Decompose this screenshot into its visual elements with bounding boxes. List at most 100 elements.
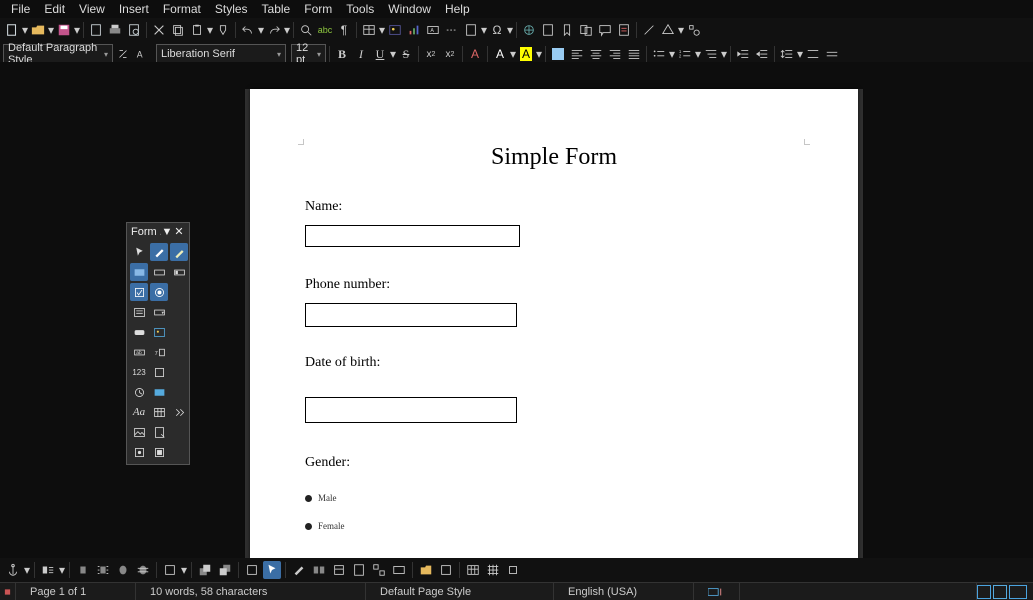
date-field-control[interactable]: 7: [150, 343, 168, 361]
outline-dropdown[interactable]: ▾: [721, 45, 727, 63]
status-insert-mode[interactable]: [694, 583, 740, 600]
decrease-indent-button[interactable]: [753, 45, 771, 63]
underline-dropdown[interactable]: ▾: [390, 45, 396, 63]
to-front-button[interactable]: [196, 561, 214, 579]
increase-para-spacing-button[interactable]: [804, 45, 822, 63]
insert-pagebreak-button[interactable]: [443, 21, 461, 39]
menu-window[interactable]: Window: [381, 2, 438, 16]
font-size-combo[interactable]: 12 pt ▾: [291, 44, 326, 64]
status-page[interactable]: Page 1 of 1: [16, 583, 136, 600]
wrap-button[interactable]: [39, 561, 57, 579]
menu-file[interactable]: File: [4, 2, 37, 16]
line-button[interactable]: [640, 21, 658, 39]
footnote-button[interactable]: [539, 21, 557, 39]
outline-button[interactable]: [702, 45, 720, 63]
bullet-list-button[interactable]: [650, 45, 668, 63]
insert-chart-button[interactable]: [405, 21, 423, 39]
bold-button[interactable]: B: [333, 45, 351, 63]
anchor-dropdown[interactable]: ▾: [24, 561, 30, 579]
copy-button[interactable]: [169, 21, 187, 39]
insert-textbox-button[interactable]: A: [424, 21, 442, 39]
number-list-dropdown[interactable]: ▾: [695, 45, 701, 63]
checkbox-control[interactable]: [130, 283, 148, 301]
align-objects-dropdown[interactable]: ▾: [181, 561, 187, 579]
insert-table-dropdown[interactable]: ▾: [379, 21, 385, 39]
radio-male[interactable]: Male: [305, 493, 803, 503]
pushbutton-control[interactable]: [130, 323, 148, 341]
select-tool[interactable]: [130, 243, 148, 261]
wrap-page-button[interactable]: [94, 561, 112, 579]
phone-textbox[interactable]: [305, 303, 517, 327]
pattern-field-control[interactable]: [150, 383, 168, 401]
paste-button[interactable]: [188, 21, 206, 39]
numeric-field-control[interactable]: 123: [130, 363, 148, 381]
comment-button[interactable]: [596, 21, 614, 39]
shape-dropdown[interactable]: ▾: [678, 21, 684, 39]
clear-format-button[interactable]: A: [466, 45, 484, 63]
menu-styles[interactable]: Styles: [208, 2, 255, 16]
currency-field-control[interactable]: [150, 363, 168, 381]
insert-symbol-button[interactable]: Ω: [488, 21, 506, 39]
imagebutton-control[interactable]: [150, 323, 168, 341]
font-color-button[interactable]: A: [491, 45, 509, 63]
form-controls-palette[interactable]: Form ... ▼ ✕ ab 7 123: [126, 222, 190, 465]
number-list-button[interactable]: 12: [676, 45, 694, 63]
highlight-dropdown[interactable]: ▾: [536, 45, 542, 63]
menu-table[interactable]: Table: [255, 2, 298, 16]
form-design-button[interactable]: [290, 561, 308, 579]
new-doc-button[interactable]: [3, 21, 21, 39]
book-view-icon[interactable]: [1009, 585, 1027, 599]
combobox-control[interactable]: [150, 303, 168, 321]
insert-field-button[interactable]: [462, 21, 480, 39]
dob-label[interactable]: Date of birth:: [305, 355, 803, 371]
checkbox-control-alt[interactable]: [170, 263, 188, 281]
undo-dropdown[interactable]: ▾: [258, 21, 264, 39]
time-field-control[interactable]: [130, 383, 148, 401]
save-button[interactable]: [55, 21, 73, 39]
menu-format[interactable]: Format: [156, 2, 208, 16]
label-control[interactable]: [130, 263, 148, 281]
border-button[interactable]: [243, 561, 261, 579]
phone-label[interactable]: Phone number:: [305, 277, 803, 293]
name-label[interactable]: Name:: [305, 199, 803, 215]
wizard-button[interactable]: [170, 243, 188, 261]
radiobutton-control[interactable]: [150, 283, 168, 301]
decrease-para-spacing-button[interactable]: [823, 45, 841, 63]
position-size-button[interactable]: [464, 561, 482, 579]
status-wordcount[interactable]: 10 words, 58 characters: [136, 583, 366, 600]
line-spacing-dropdown[interactable]: ▾: [797, 45, 803, 63]
status-language[interactable]: English (USA): [554, 583, 694, 600]
highlight-button[interactable]: A: [517, 45, 535, 63]
shape-button[interactable]: [659, 21, 677, 39]
align-justify-button[interactable]: [625, 45, 643, 63]
print-button[interactable]: [106, 21, 124, 39]
open-button[interactable]: [29, 21, 47, 39]
menu-insert[interactable]: Insert: [112, 2, 156, 16]
subscript-button[interactable]: x2: [441, 45, 459, 63]
new-doc-dropdown[interactable]: ▾: [22, 21, 28, 39]
multi-page-icon[interactable]: [993, 585, 1007, 599]
file-selection-control[interactable]: [150, 423, 168, 441]
update-style-button[interactable]: [114, 45, 132, 63]
table-control[interactable]: [150, 403, 168, 421]
status-view-icons[interactable]: [977, 585, 1033, 599]
italic-button[interactable]: I: [352, 45, 370, 63]
textbox-control[interactable]: [150, 263, 168, 281]
document-title[interactable]: Simple Form: [250, 144, 858, 171]
find-button[interactable]: [297, 21, 315, 39]
bookmark-button[interactable]: [558, 21, 576, 39]
insert-image-button[interactable]: [386, 21, 404, 39]
auto-control-focus-button[interactable]: [437, 561, 455, 579]
menu-tools[interactable]: Tools: [339, 2, 381, 16]
guides-button[interactable]: [504, 561, 522, 579]
image-control[interactable]: [130, 423, 148, 441]
save-dropdown[interactable]: ▾: [74, 21, 80, 39]
redo-dropdown[interactable]: ▾: [284, 21, 290, 39]
select-object-button[interactable]: [263, 561, 281, 579]
fill-color-button[interactable]: [549, 45, 567, 63]
menu-form[interactable]: Form: [297, 2, 339, 16]
underline-button[interactable]: U: [371, 45, 389, 63]
align-objects-button[interactable]: [161, 561, 179, 579]
scrollbar-control[interactable]: [150, 443, 168, 461]
strike-button[interactable]: S: [397, 45, 415, 63]
